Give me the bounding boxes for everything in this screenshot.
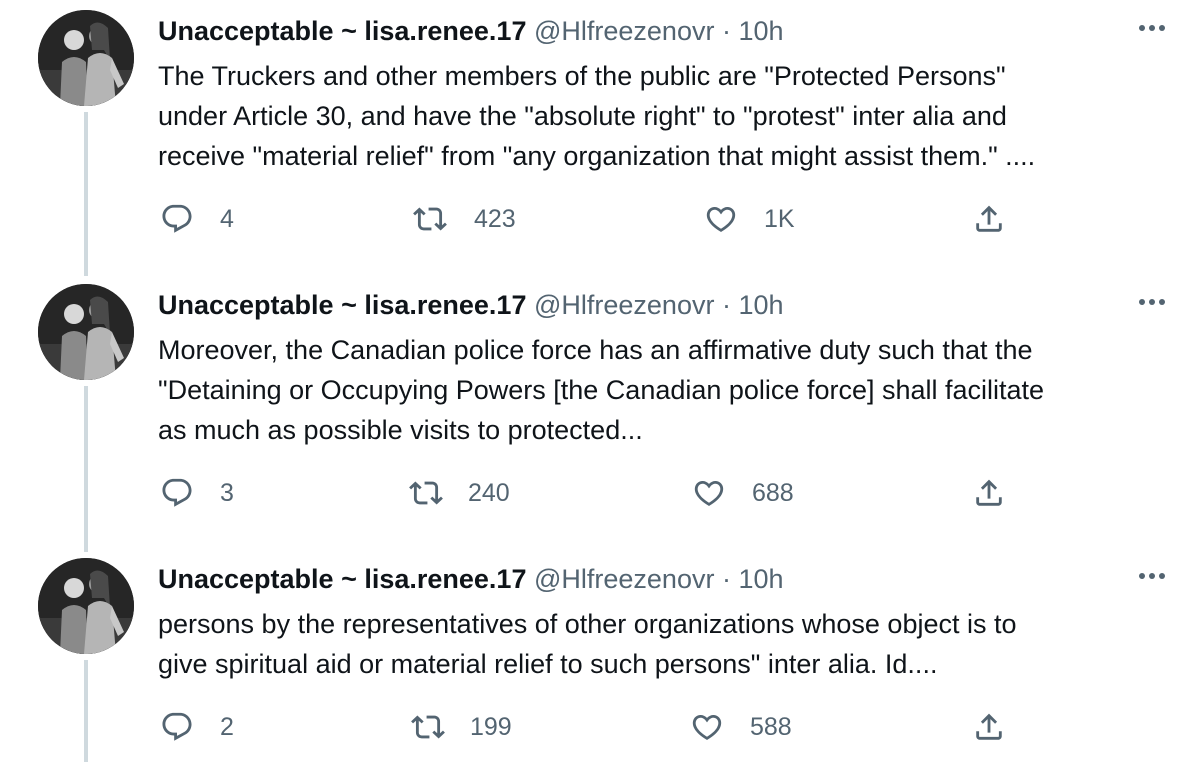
retweet-icon bbox=[411, 715, 445, 739]
separator: · bbox=[721, 16, 731, 46]
tweet-text-line: persons by the representatives of other … bbox=[158, 609, 1017, 639]
tweet-text-line: "Detaining or Occupying Powers [the Cana… bbox=[158, 375, 1045, 405]
display-name[interactable]: Unacceptable ~ lisa.renee.17 bbox=[158, 564, 526, 594]
reply-icon bbox=[162, 478, 192, 507]
tweet-text-line: as much as possible visits to protected.… bbox=[158, 415, 643, 445]
like-button[interactable]: 688 bbox=[692, 476, 794, 510]
like-count: 588 bbox=[750, 712, 792, 741]
tweet-text-line: Moreover, the Canadian police force has … bbox=[158, 335, 1033, 365]
tweet-text-line: The Truckers and other members of the pu… bbox=[158, 61, 1006, 91]
like-count: 688 bbox=[752, 478, 794, 507]
reply-count: 4 bbox=[220, 204, 234, 233]
retweet-count: 240 bbox=[468, 478, 510, 507]
share-icon bbox=[976, 713, 1002, 740]
user-handle[interactable]: @Hlfreezenovr bbox=[534, 16, 714, 46]
like-count: 1K bbox=[764, 204, 795, 233]
more-button[interactable] bbox=[1136, 560, 1168, 592]
timestamp[interactable]: 10h bbox=[739, 290, 784, 320]
like-icon bbox=[692, 714, 722, 740]
more-icon bbox=[1139, 25, 1165, 31]
tweet-text-line: under Article 30, and have the "absolute… bbox=[158, 101, 1007, 131]
separator: · bbox=[721, 564, 731, 594]
more-icon bbox=[1139, 299, 1165, 305]
tweet[interactable]: Unacceptable ~ lisa.renee.17 @Hlfreezeno… bbox=[0, 0, 1200, 270]
share-button[interactable] bbox=[972, 710, 1006, 744]
separator: · bbox=[721, 290, 731, 320]
share-icon bbox=[976, 205, 1002, 232]
avatar-photo-icon bbox=[38, 284, 134, 380]
timestamp[interactable]: 10h bbox=[739, 564, 784, 594]
share-icon bbox=[976, 479, 1002, 506]
avatar-photo-icon bbox=[38, 558, 134, 654]
retweet-button[interactable]: 199 bbox=[410, 710, 512, 744]
reply-count: 3 bbox=[220, 478, 234, 507]
avatar[interactable] bbox=[38, 558, 134, 654]
more-button[interactable] bbox=[1136, 12, 1168, 44]
like-icon bbox=[694, 480, 724, 506]
retweet-icon bbox=[413, 207, 447, 231]
avatar[interactable] bbox=[38, 10, 134, 106]
tweet-text: The Truckers and other members of the pu… bbox=[158, 56, 1168, 176]
share-button[interactable] bbox=[972, 202, 1006, 236]
avatar[interactable] bbox=[38, 284, 134, 380]
like-icon bbox=[706, 206, 736, 232]
more-button[interactable] bbox=[1136, 286, 1168, 318]
like-button[interactable]: 1K bbox=[704, 202, 795, 236]
tweet-header: Unacceptable ~ lisa.renee.17 @Hlfreezeno… bbox=[158, 14, 784, 48]
reply-count: 2 bbox=[220, 712, 234, 741]
tweet-header: Unacceptable ~ lisa.renee.17 @Hlfreezeno… bbox=[158, 562, 784, 596]
like-button[interactable]: 588 bbox=[690, 710, 792, 744]
avatar-photo-icon bbox=[38, 10, 134, 106]
reply-icon bbox=[162, 204, 192, 233]
more-icon bbox=[1139, 573, 1165, 579]
user-handle[interactable]: @Hlfreezenovr bbox=[534, 290, 714, 320]
retweet-button[interactable]: 423 bbox=[412, 202, 516, 236]
retweet-count: 199 bbox=[470, 712, 512, 741]
retweet-count: 423 bbox=[474, 204, 516, 233]
reply-button[interactable]: 4 bbox=[160, 202, 234, 236]
retweet-button[interactable]: 240 bbox=[408, 476, 510, 510]
display-name[interactable]: Unacceptable ~ lisa.renee.17 bbox=[158, 16, 526, 46]
tweet[interactable]: Unacceptable ~ lisa.renee.17 @Hlfreezeno… bbox=[0, 274, 1200, 544]
reply-button[interactable]: 2 bbox=[160, 710, 234, 744]
user-handle[interactable]: @Hlfreezenovr bbox=[534, 564, 714, 594]
retweet-icon bbox=[409, 481, 443, 505]
reply-button[interactable]: 3 bbox=[160, 476, 234, 510]
tweet-header: Unacceptable ~ lisa.renee.17 @Hlfreezeno… bbox=[158, 288, 784, 322]
tweet-text: Moreover, the Canadian police force has … bbox=[158, 330, 1168, 450]
display-name[interactable]: Unacceptable ~ lisa.renee.17 bbox=[158, 290, 526, 320]
tweet-text-line: receive "material relief" from "any orga… bbox=[158, 141, 1036, 171]
reply-icon bbox=[162, 712, 192, 741]
tweet-text: persons by the representatives of other … bbox=[158, 604, 1168, 684]
timestamp[interactable]: 10h bbox=[739, 16, 784, 46]
tweet-text-line: give spiritual aid or material relief to… bbox=[158, 649, 938, 679]
share-button[interactable] bbox=[972, 476, 1006, 510]
tweet[interactable]: Unacceptable ~ lisa.renee.17 @Hlfreezeno… bbox=[0, 548, 1200, 762]
